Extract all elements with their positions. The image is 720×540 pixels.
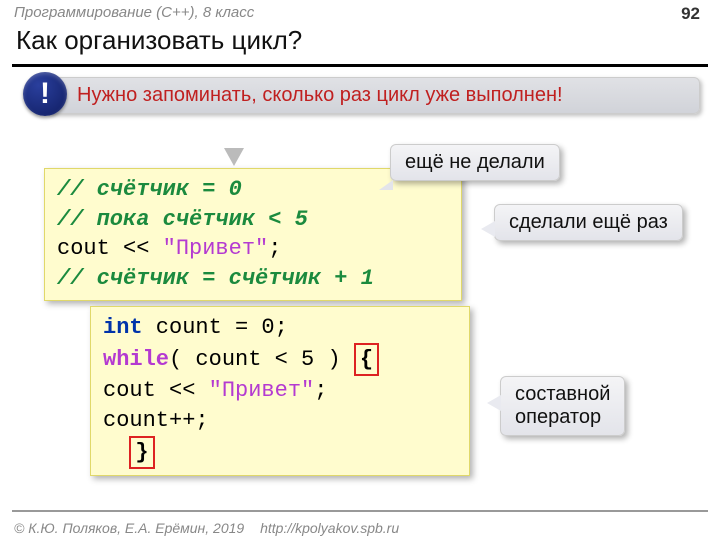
code-frag: cout << [103,378,209,403]
arrow-down-icon [224,148,244,166]
exclamation-icon: ! [23,72,67,116]
code-frag: while [103,347,169,372]
code-frag: "Привет" [163,236,269,261]
callout-text: Нужно запоминать, сколько раз цикл уже в… [77,84,563,106]
bubble-not-yet: ещё не делали [390,144,560,181]
code-frag: cout << [57,236,163,261]
code-line: // счётчик = счётчик + 1 [57,266,374,291]
code-frag: "Привет" [209,378,315,403]
page-title: Как организовать цикл? [0,23,720,64]
bubble-tail-icon [379,180,393,190]
bubble-tail-icon [481,221,495,237]
bubble-compound: составной оператор [500,376,625,436]
bubble-text: оператор [515,406,601,428]
code-frag: ; [268,236,281,261]
code-line: count++; [103,408,209,433]
bubble-text: составной [515,383,610,405]
bubble-text: сделали ещё раз [509,211,668,233]
course-title: Программирование (C++), 8 класс [14,4,254,21]
close-brace-highlight: } [129,436,154,470]
code-line: // пока счётчик < 5 [57,207,308,232]
important-callout: ! Нужно запоминать, сколько раз цикл уже… [46,77,700,114]
code-frag: count = 0; [143,315,288,340]
bubble-text: ещё не делали [405,151,545,173]
footer-rule [12,510,708,512]
course-header: Программирование (C++), 8 класс 92 [0,0,720,23]
open-brace-highlight: { [354,343,379,377]
bubble-again: сделали ещё раз [494,204,683,241]
copyright-text: © К.Ю. Поляков, Е.А. Ерёмин, 2019 [14,520,244,536]
page-number: 92 [681,4,700,24]
bubble-tail-icon [487,395,501,411]
pseudocode-box: // счётчик = 0 // пока счётчик < 5 cout … [44,168,462,301]
cpp-code-box: int count = 0; while( count < 5 ) { cout… [90,306,470,476]
footer-link[interactable]: http://kpolyakov.spb.ru [260,520,399,536]
footer: © К.Ю. Поляков, Е.А. Ерёмин, 2019 http:/… [0,516,720,540]
code-frag: ; [314,378,327,403]
code-frag: int [103,315,143,340]
code-frag: ( count < 5 ) [169,347,354,372]
title-rule [12,64,708,67]
code-line: // счётчик = 0 [57,177,242,202]
